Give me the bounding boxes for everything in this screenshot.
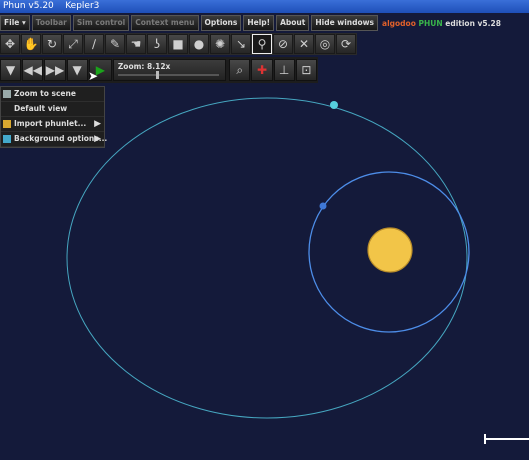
chain-icon[interactable]: ʖ — [147, 34, 167, 54]
dropdown-item-label: Default view — [14, 104, 68, 113]
dropdown-item-label: Zoom to scene — [14, 89, 76, 98]
speed-dropdown-button[interactable]: ▼ — [66, 59, 88, 81]
hinge-icon[interactable]: ⊘ — [273, 34, 293, 54]
folder-icon — [3, 120, 11, 128]
fix-icon[interactable]: ⚲ — [252, 34, 272, 54]
submenu-arrow-icon: ▶ — [94, 119, 101, 129]
move-icon[interactable]: ✥ — [0, 34, 20, 54]
menu-item[interactable]: Help! — [243, 15, 275, 31]
brand-part2: PHUN — [418, 18, 443, 28]
brand-part1: algodoo — [382, 18, 416, 28]
submenu-arrow-icon: ▶ — [94, 134, 101, 144]
thruster-icon[interactable]: ◎ — [315, 34, 335, 54]
zoom-slider-thumb[interactable] — [156, 71, 160, 79]
menu-item[interactable]: Context menu — [131, 15, 199, 31]
knife-icon[interactable]: ∕ — [84, 34, 104, 54]
sim-control-bar: ▼ ◀◀ ▶▶ ▼ ▶ Zoom: 8.12x ⌕ ✚ ⊥ ⊡ — [0, 57, 318, 83]
palette-icon — [3, 135, 11, 143]
zoom-scene-icon — [3, 90, 11, 98]
magnifier-icon[interactable]: ⌕ — [229, 59, 251, 81]
zoom-control[interactable]: Zoom: 8.12x — [112, 59, 227, 81]
mouse-cursor-icon: ➤ — [88, 69, 99, 83]
drag-icon[interactable]: ✋ — [21, 34, 41, 54]
zoom-slider-track[interactable] — [117, 71, 220, 79]
menu-item[interactable]: Sim control — [72, 15, 130, 31]
circle-icon[interactable]: ● — [189, 34, 209, 54]
gravity-icon[interactable]: ⊥ — [273, 59, 295, 81]
air-icon[interactable]: ⊡ — [295, 59, 317, 81]
spring-icon[interactable]: ↘ — [231, 34, 251, 54]
menu-bar: File ▾ Toolbar Sim control Context menu Opti… — [0, 15, 501, 31]
grid-snap-icon[interactable]: ✚ — [251, 59, 273, 81]
menu-item[interactable]: Hide windows — [311, 15, 379, 31]
hand-grab-icon[interactable]: ☚ — [126, 34, 146, 54]
toolbar: ✥ ✋ ↻ ⤢ ∕ ✎ ☚ ʖ ■ ● ✺ ↘ ⚲ ⊘ ✕ ◎ ⟳ — [0, 33, 357, 55]
tracer-icon[interactable]: ⟳ — [336, 34, 356, 54]
dropdown-arrow-button[interactable]: ▼ — [0, 59, 22, 81]
dropdown-item[interactable]: Import phunlet... ▶ — [1, 117, 104, 132]
brush-icon[interactable]: ✎ — [105, 34, 125, 54]
view-dropdown-menu: Zoom to scene Default view Import phunlet.… — [0, 86, 107, 148]
box-icon[interactable]: ■ — [168, 34, 188, 54]
laser-icon[interactable]: ✕ — [294, 34, 314, 54]
rotate-icon[interactable]: ↻ — [42, 34, 62, 54]
sun[interactable] — [367, 227, 413, 273]
gear-icon[interactable]: ✺ — [210, 34, 230, 54]
menu-item[interactable]: File ▾ — [0, 15, 30, 31]
inner-planet[interactable] — [319, 202, 327, 210]
menu-item[interactable]: Options — [200, 15, 242, 31]
menu-item[interactable]: Toolbar — [31, 15, 71, 31]
dropdown-item[interactable]: Background options... ▶ — [1, 132, 107, 147]
brand-part3: edition v5.28 — [445, 18, 501, 28]
rewind-button[interactable]: ◀◀ — [22, 59, 44, 81]
dropdown-item[interactable]: Default view — [1, 102, 104, 117]
brand-logo: algodoo PHUN edition v5.28 — [382, 19, 501, 28]
forward-button[interactable]: ▶▶ — [44, 59, 66, 81]
outer-planet[interactable] — [330, 101, 338, 109]
zoom-label: Zoom: 8.12x — [117, 62, 171, 71]
dropdown-item-label: Import phunlet... — [14, 119, 87, 128]
scale-icon[interactable]: ⤢ — [63, 34, 83, 54]
dropdown-item[interactable]: Zoom to scene — [1, 87, 104, 102]
window-title: Phun v5.20 Kepler3 — [0, 0, 529, 13]
scale-bar — [484, 434, 529, 444]
menu-item[interactable]: About — [276, 15, 310, 31]
